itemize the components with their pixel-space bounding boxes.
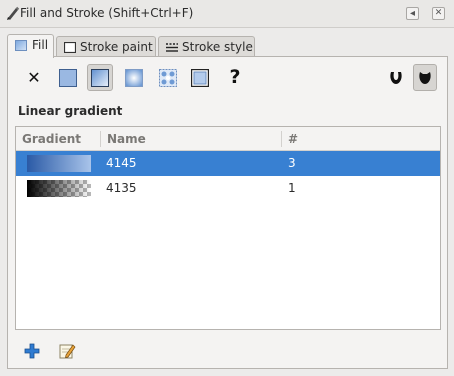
- plus-icon: [24, 343, 40, 359]
- flat-color-button[interactable]: [55, 64, 81, 91]
- fill-stroke-app-icon: [7, 6, 20, 20]
- gradient-swatch: [27, 155, 91, 172]
- section-title: Linear gradient: [18, 104, 123, 118]
- tab-stroke-style[interactable]: Stroke style: [158, 36, 255, 57]
- unset-paint-button[interactable]: ?: [222, 64, 248, 91]
- column-separator: [100, 131, 101, 147]
- linear-gradient-icon: [91, 68, 109, 87]
- gradient-swatch: [27, 180, 91, 197]
- swatch-icon: [191, 68, 209, 87]
- table-row[interactable]: 4135 1: [16, 176, 440, 201]
- dock-button[interactable]: ◂: [406, 7, 419, 20]
- close-icon: ✕: [434, 8, 443, 18]
- fill-rule-nonzero-button[interactable]: [413, 64, 437, 91]
- x-icon: ✕: [27, 67, 41, 87]
- tab-fill-label: Fill: [32, 38, 49, 52]
- edit-gradient-button[interactable]: [58, 342, 76, 360]
- gradient-name: 4145: [106, 156, 137, 170]
- tab-stroke-paint[interactable]: Stroke paint: [56, 36, 156, 57]
- radial-gradient-icon: [125, 68, 143, 87]
- title-bar: Fill and Stroke (Shift+Ctrl+F) ◂ ✕: [0, 0, 454, 28]
- swatch-button[interactable]: [187, 64, 213, 91]
- close-button[interactable]: ✕: [432, 7, 445, 20]
- gradient-count: 3: [288, 156, 296, 170]
- column-header-name[interactable]: Name: [107, 132, 146, 146]
- column-header-gradient[interactable]: Gradient: [22, 132, 81, 146]
- stroke-paint-tab-icon: [64, 42, 76, 53]
- question-mark-icon: ?: [229, 66, 241, 88]
- fill-tab-icon: [15, 40, 27, 51]
- linear-gradient-button[interactable]: [87, 64, 113, 91]
- column-separator: [281, 131, 282, 147]
- edit-icon: [59, 344, 76, 359]
- gradient-list[interactable]: Gradient Name # 4145 3 4135 1: [15, 126, 441, 330]
- stroke-style-tab-icon: [166, 43, 178, 52]
- table-header: Gradient Name #: [16, 127, 440, 151]
- flat-color-icon: [59, 68, 77, 87]
- pattern-button[interactable]: [155, 64, 181, 91]
- no-paint-button[interactable]: ✕: [21, 64, 47, 91]
- gradient-name: 4135: [106, 181, 137, 195]
- tab-fill[interactable]: Fill: [7, 34, 54, 58]
- radial-gradient-button[interactable]: [121, 64, 147, 91]
- tab-stroke-paint-label: Stroke paint: [80, 40, 153, 54]
- dock-arrow-icon: ◂: [409, 7, 416, 19]
- evenodd-icon: [390, 71, 402, 84]
- gradient-count: 1: [288, 181, 296, 195]
- tab-stroke-style-label: Stroke style: [182, 40, 253, 54]
- pattern-icon: [159, 68, 177, 87]
- table-row[interactable]: 4145 3: [16, 151, 440, 176]
- nonzero-icon: [419, 71, 431, 84]
- window-title: Fill and Stroke (Shift+Ctrl+F): [20, 6, 194, 20]
- add-gradient-button[interactable]: [23, 342, 41, 360]
- fill-rule-evenodd-button[interactable]: [384, 64, 408, 91]
- column-header-count[interactable]: #: [288, 132, 298, 146]
